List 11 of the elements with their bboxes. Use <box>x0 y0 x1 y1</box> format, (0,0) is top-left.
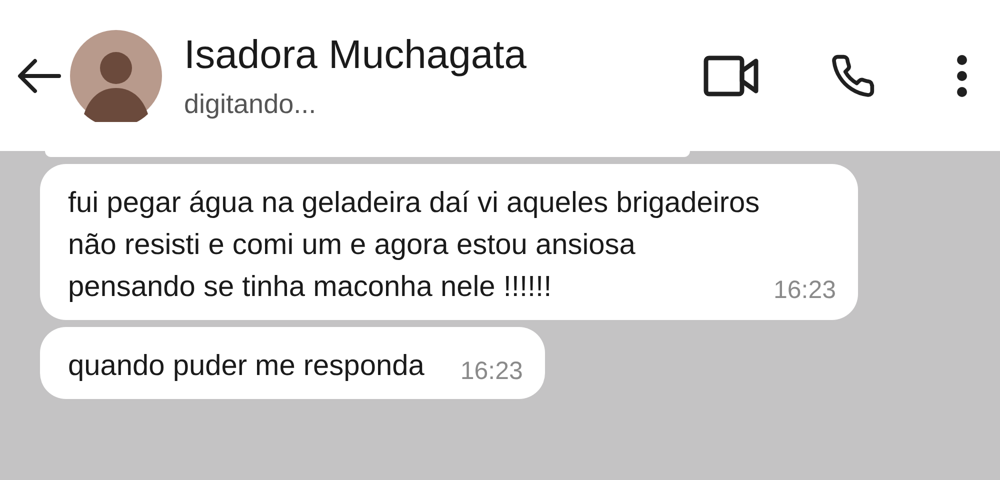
avatar[interactable] <box>70 30 162 122</box>
video-call-icon[interactable] <box>702 54 760 98</box>
message-time: 16:23 <box>460 356 523 387</box>
typing-status: digitando... <box>184 88 318 120</box>
message-text: quando puder me responda <box>68 349 424 384</box>
menu-icon[interactable] <box>956 54 968 98</box>
message-bubble[interactable]: fui pegar água na geladeira daí vi aqueles brigadeiros não resisti e comi um e agora estou ansiosa pensando se tinha maconha nele !!!!!! 16:23 <box>40 164 858 320</box>
contact-name[interactable]: Isadora Muchagata <box>184 30 702 78</box>
message-bubble[interactable]: quando puder me responda 16:23 <box>40 327 545 399</box>
message-text: fui pegar água na geladeira daí vi aqueles brigadeiros não resisti e comi um e agora estou ansiosa pensando se tinha maconha nele !!!!!! <box>68 186 761 305</box>
message-time: 16:23 <box>773 275 836 306</box>
